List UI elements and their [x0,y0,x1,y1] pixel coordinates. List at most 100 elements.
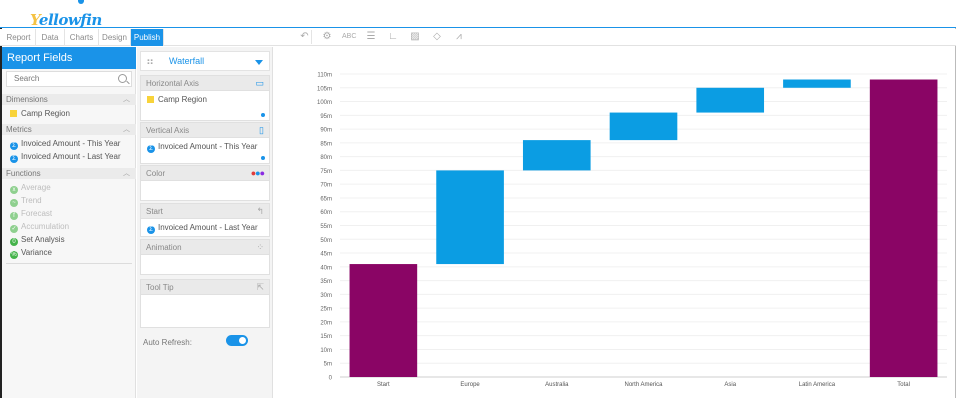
tooltip-header: Tool Tip ⇱ [140,279,270,295]
waterfall-chart-icon: ⠶ [146,56,155,68]
paint-icon[interactable]: ◇ [430,30,444,44]
start-icon: ↰ [256,206,264,216]
sum-icon: Σ [147,145,155,153]
y-tick-label: 55m [320,224,332,230]
tab-report[interactable]: Report [2,29,36,46]
chevron-up-icon[interactable]: ︿ [123,124,130,135]
metric-item[interactable]: Σ Invoiced Amount - Last Year [10,151,121,163]
chart-builder-panel: ⠶ Waterfall Horizontal Axis ▭ Camp Region… [137,47,273,398]
horizontal-axis-dropzone[interactable]: Camp Region [140,91,270,121]
function-item-accumulation[interactable]: ✓ Accumulation [10,221,69,233]
axes-icon[interactable]: ∟ [386,30,400,44]
dropped-field[interactable]: Camp Region [147,94,207,105]
animation-header: Animation ⁘ [140,239,270,255]
vertical-axis-header: Vertical Axis ▯ [140,122,270,138]
drop-indicator [261,156,265,160]
waterfall-chart: 0 5m 10m 15m 20m 25m 30m 35m 40m 45m 50m 55m 60m 65m 7… [317,73,947,388]
y-tick-label: 50m [320,238,332,244]
animation-dropzone[interactable] [140,255,270,275]
auto-refresh-toggle[interactable] [226,335,248,346]
drop-indicator [261,113,265,117]
chart-area: 0 5m 10m 15m 20m 25m 30m 35m 40m 45m 50m 55m 60m 65m 7… [274,47,955,398]
line-chart-icon[interactable]: ⩘ [452,30,466,44]
y-tick-label: 0 [329,376,333,382]
undo-icon[interactable]: ↶ [298,30,312,44]
list-icon[interactable]: ☰ [364,30,378,44]
set-analysis-icon: 0 [10,238,18,246]
forecast-icon: f [10,212,18,220]
search-icon[interactable] [118,74,127,83]
bar-latin-america[interactable] [783,79,851,88]
vertical-axis-icon: ▯ [259,125,264,135]
function-item-trend[interactable]: ~ Trend [10,195,42,207]
x-tick-label: Europe [460,382,480,388]
y-tick-label: 40m [320,265,332,271]
y-tick-label: 30m [320,293,332,299]
tooltip-dropzone[interactable] [140,295,270,328]
function-item-set-analysis[interactable]: 0 Set Analysis [10,234,65,246]
function-item-forecast[interactable]: f Forecast [10,208,52,220]
metrics-header[interactable]: Metrics ︿ [2,124,136,135]
dropped-field[interactable]: Σ Invoiced Amount - Last Year [147,222,258,234]
y-tick-label: 105m [317,86,332,92]
dimension-item[interactable]: Camp Region [10,108,70,119]
tab-charts[interactable]: Charts [65,29,99,46]
chart-type-select[interactable]: ⠶ Waterfall [140,51,270,71]
bar-total[interactable] [869,79,938,377]
y-tick-label: 25m [320,307,332,313]
y-tick-label: 20m [320,320,332,326]
x-tick-label: North America [624,382,663,388]
y-tick-label: 85m [320,141,332,147]
tab-design[interactable]: Design [99,29,131,46]
metric-item[interactable]: Σ Invoiced Amount - This Year [10,138,120,150]
y-tick-label: 75m [320,169,332,175]
chevron-up-icon[interactable]: ︿ [123,94,130,105]
bar-start[interactable] [349,264,418,377]
bar-north-america[interactable] [609,112,678,141]
y-tick-label: 10m [320,348,332,354]
y-tick-label: 100m [317,100,332,106]
horizontal-axis-header: Horizontal Axis ▭ [140,75,270,91]
header-bar: Yellowfin [0,10,956,29]
average-icon: x [10,186,18,194]
sum-icon: Σ [147,226,155,234]
tab-publish[interactable]: Publish [131,29,164,46]
sum-icon: Σ [10,142,18,150]
start-dropzone[interactable]: Σ Invoiced Amount - Last Year [140,219,270,237]
bar-europe[interactable] [436,170,504,265]
chevron-up-icon[interactable]: ︿ [123,168,130,179]
image-icon[interactable]: ▨ [408,30,422,44]
y-tick-label: 60m [320,210,332,216]
y-tick-label: 45m [320,252,332,258]
search-input[interactable]: Search [6,71,132,87]
vertical-axis-dropzone[interactable]: Σ Invoiced Amount - This Year [140,138,270,164]
tab-data[interactable]: Data [36,29,65,46]
report-fields-panel: Report Fields Search Dimensions ︿ Camp Re… [2,47,136,398]
start-header: Start ↰ [140,203,270,219]
trend-icon: ~ [10,199,18,207]
main-tabs: Report Data Charts Design Publish [0,29,956,46]
y-tick-label: 95m [320,114,332,120]
functions-header[interactable]: Functions ︿ [2,168,136,179]
dimensions-header[interactable]: Dimensions ︿ [2,94,136,105]
app-logo[interactable]: Yellowfin [30,11,102,29]
settings-icon[interactable]: ⚙ [320,30,334,44]
divider [6,263,132,264]
chevron-down-icon[interactable] [255,60,263,65]
dimension-icon [10,110,17,117]
dropped-field[interactable]: Σ Invoiced Amount - This Year [147,141,257,153]
x-tick-label: Total [897,382,910,388]
y-tick-label: 80m [320,155,332,161]
color-palette-icon: ●●● [250,168,265,178]
function-item-average[interactable]: x Average [10,182,51,194]
accumulation-icon: ✓ [10,225,18,233]
top-strip [0,0,956,10]
text-icon[interactable]: ABC [342,30,356,44]
color-dropzone[interactable] [140,181,270,201]
function-item-variance[interactable]: % Variance [10,247,52,259]
y-tick-label: 90m [320,128,332,134]
active-indicator [78,0,84,4]
bar-asia[interactable] [696,87,765,113]
bar-australia[interactable] [522,140,591,171]
sum-icon: Σ [10,155,18,163]
